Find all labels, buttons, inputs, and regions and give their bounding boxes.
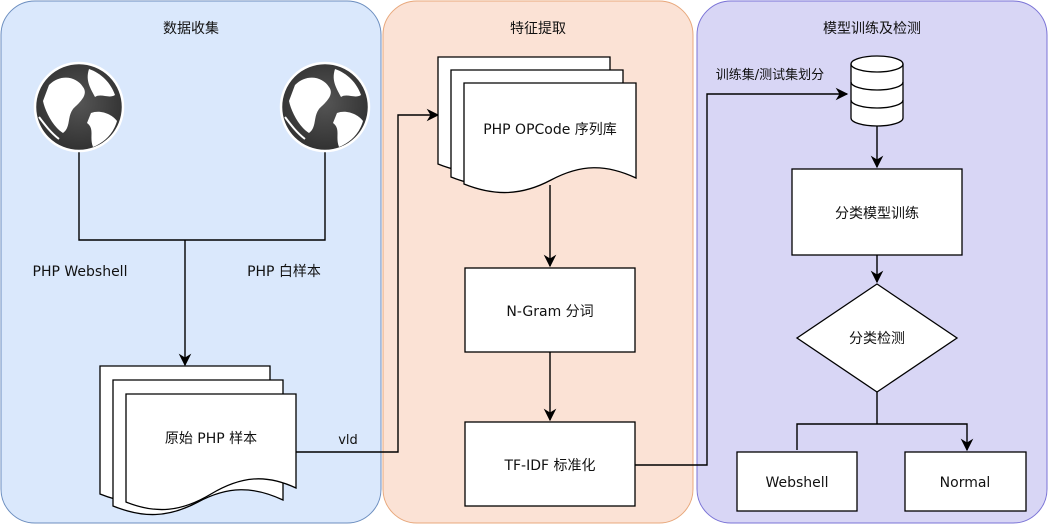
- split-edge-label: 训练集/测试集划分: [716, 67, 824, 83]
- lane-title-collect: 数据收集: [163, 20, 219, 37]
- flow-diagram: 数据收集 特征提取 模型训练及检测 PHP Webshell PHP 白样本 原…: [0, 0, 1048, 524]
- detect-label: 分类检测: [849, 331, 905, 347]
- globe-icon: [33, 61, 125, 153]
- output-normal-label: Normal: [940, 475, 991, 491]
- globe-icon: [279, 61, 371, 153]
- opcode-db-label: PHP OPCode 序列库: [483, 122, 617, 138]
- raw-samples-label: 原始 PHP 样本: [165, 431, 257, 447]
- lane-title-train: 模型训练及检测: [823, 21, 921, 37]
- output-webshell-label: Webshell: [765, 475, 828, 491]
- train-label: 分类模型训练: [835, 206, 919, 222]
- tfidf-label: TF-IDF 标准化: [503, 458, 595, 474]
- ngram-label: N-Gram 分词: [506, 304, 593, 320]
- webshell-source-label: PHP Webshell: [33, 264, 128, 280]
- normal-source-label: PHP 白样本: [247, 264, 321, 280]
- lane-title-extract: 特征提取: [510, 21, 566, 37]
- vld-edge-label: vld: [338, 433, 358, 448]
- database-icon: [850, 55, 904, 127]
